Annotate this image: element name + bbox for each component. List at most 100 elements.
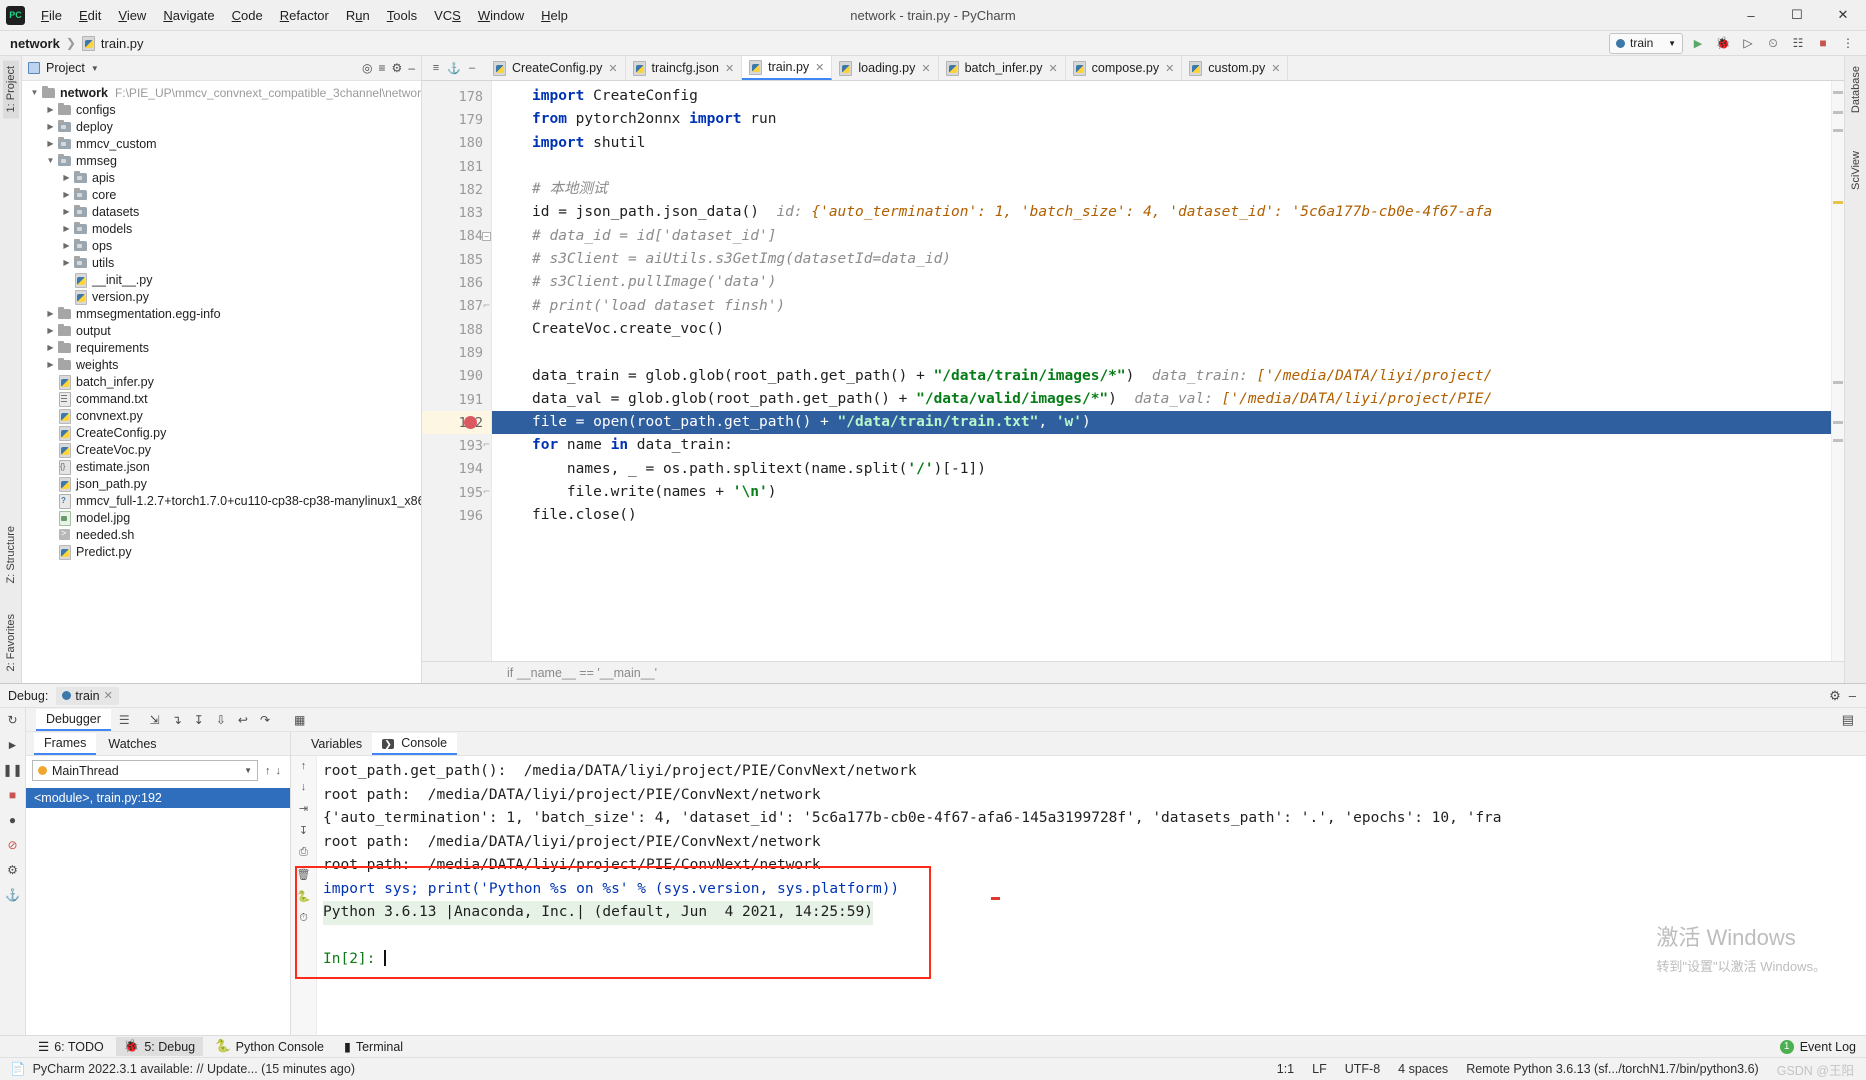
menu-code[interactable]: Code bbox=[224, 4, 271, 27]
code-line[interactable]: data_train = glob.glob(root_path.get_pat… bbox=[492, 365, 1844, 388]
debug-button[interactable]: 🐞 bbox=[1713, 33, 1733, 53]
gutter-line[interactable]: 186 bbox=[422, 271, 491, 294]
menu-window[interactable]: Window bbox=[470, 4, 532, 27]
tree-item[interactable]: · CreateVoc.py bbox=[22, 441, 421, 458]
close-icon[interactable]: ✕ bbox=[1165, 62, 1174, 75]
gutter-line[interactable]: 196 bbox=[422, 504, 491, 527]
force-step-into-icon[interactable]: ⇩ bbox=[216, 713, 226, 727]
tree-item[interactable]: ▶ models bbox=[22, 220, 421, 237]
tree-item[interactable]: · command.txt bbox=[22, 390, 421, 407]
toolwindow-python-console[interactable]: 🐍 Python Console bbox=[207, 1037, 332, 1056]
gutter-line[interactable]: 184− bbox=[422, 225, 491, 248]
gutter-line[interactable]: 179 bbox=[422, 108, 491, 131]
sort-tabs-icon[interactable]: ≡ bbox=[428, 62, 444, 74]
evaluate-expression-icon[interactable]: ▦ bbox=[282, 713, 305, 727]
tree-item[interactable]: · convnext.py bbox=[22, 407, 421, 424]
code-line[interactable]: # print('load dataset finsh') bbox=[492, 295, 1844, 318]
code-line[interactable]: file.write(names + '\n') bbox=[492, 481, 1844, 504]
tree-item[interactable]: · CreateConfig.py bbox=[22, 424, 421, 441]
editor-tab[interactable]: compose.py ✕ bbox=[1066, 56, 1183, 80]
tree-item[interactable]: · needed.sh bbox=[22, 526, 421, 543]
tab-watches[interactable]: Watches bbox=[98, 734, 166, 754]
editor-tab[interactable]: CreateConfig.py ✕ bbox=[486, 56, 626, 80]
close-button[interactable]: ✕ bbox=[1820, 0, 1866, 31]
pause-icon[interactable]: ❚❚ bbox=[2, 763, 22, 777]
chevron-right-icon[interactable]: ▶ bbox=[44, 139, 57, 148]
chevron-down-icon[interactable]: ▼ bbox=[28, 88, 41, 97]
settings-gear-icon[interactable]: ⚙ bbox=[1829, 688, 1841, 704]
gutter-line[interactable]: 187 ⌐ bbox=[422, 295, 491, 318]
tree-item[interactable]: · version.py bbox=[22, 288, 421, 305]
chevron-right-icon[interactable]: ▶ bbox=[60, 190, 73, 199]
code-fold-icon[interactable]: − bbox=[482, 231, 491, 241]
line-separator[interactable]: LF bbox=[1312, 1062, 1327, 1076]
minimize-button[interactable]: ‒ bbox=[1728, 0, 1774, 31]
code-line[interactable]: # s3Client = aiUtils.s3GetImg(datasetId=… bbox=[492, 248, 1844, 271]
tree-item[interactable]: · Predict.py bbox=[22, 543, 421, 560]
menu-navigate[interactable]: Navigate bbox=[155, 4, 222, 27]
close-icon[interactable]: ✕ bbox=[921, 62, 930, 75]
tree-item[interactable]: · batch_infer.py bbox=[22, 373, 421, 390]
tree-item[interactable]: · __init__.py bbox=[22, 271, 421, 288]
code-line[interactable]: # data_id = id['dataset_id'] bbox=[492, 225, 1844, 248]
console-output-area[interactable]: ↑ ↓ ⇥ ↧ ⎙ 🗑 🐍 ⏱ root_path.get_path(): /m… bbox=[291, 756, 1866, 1035]
menu-view[interactable]: View bbox=[110, 4, 154, 27]
profile-button[interactable]: ⏲ bbox=[1763, 33, 1783, 53]
code-line[interactable]: # s3Client.pullImage('data') bbox=[492, 271, 1844, 294]
editor-scrollbar[interactable] bbox=[1831, 81, 1844, 661]
gutter-line[interactable]: 195 ⌐ bbox=[422, 481, 491, 504]
run-coverage-button[interactable]: ▷ bbox=[1738, 33, 1758, 53]
gutter-line[interactable]: 192 bbox=[422, 411, 491, 435]
attach-process-button[interactable]: ☷ bbox=[1788, 33, 1808, 53]
locate-icon[interactable]: ◎ bbox=[362, 61, 372, 75]
tree-item[interactable]: · model.jpg bbox=[22, 509, 421, 526]
tree-item[interactable]: ▶ weights bbox=[22, 356, 421, 373]
run-button[interactable]: ▶ bbox=[1688, 33, 1708, 53]
gutter-line[interactable]: 181 bbox=[422, 155, 491, 178]
hide-panel-icon[interactable]: – bbox=[408, 61, 415, 75]
breadcrumb-train-py[interactable]: train.py bbox=[101, 36, 144, 51]
tree-item[interactable]: ▶ utils bbox=[22, 254, 421, 271]
project-tree[interactable]: ▼ network F:\PIE_UP\mmcv_convnext_compatib… bbox=[22, 81, 421, 683]
settings-gear-icon[interactable]: ⚙ bbox=[7, 863, 18, 877]
frame-down-icon[interactable]: ↓ bbox=[276, 765, 282, 777]
tree-item[interactable]: ▶ apis bbox=[22, 169, 421, 186]
chevron-down-icon[interactable]: ▼ bbox=[91, 64, 99, 73]
toolwindow-debug[interactable]: 🐞 5: Debug bbox=[115, 1037, 204, 1056]
code-line[interactable]: for name in data_train: bbox=[492, 434, 1844, 457]
tab-variables[interactable]: Variables bbox=[301, 734, 372, 754]
scroll-to-end-icon[interactable]: ↧ bbox=[299, 824, 308, 837]
step-out-icon[interactable]: ↩ bbox=[238, 713, 248, 727]
code-line[interactable]: import CreateConfig bbox=[492, 85, 1844, 108]
code-line[interactable]: names, _ = os.path.splitext(name.split('… bbox=[492, 458, 1844, 481]
stop-button[interactable]: ■ bbox=[1813, 33, 1833, 53]
tree-item[interactable]: ▶ configs bbox=[22, 101, 421, 118]
tab-debugger[interactable]: Debugger bbox=[36, 708, 111, 731]
tool-tab-database[interactable]: Database bbox=[1848, 60, 1864, 119]
chevron-right-icon[interactable]: ▶ bbox=[60, 258, 73, 267]
breadcrumb-network[interactable]: network bbox=[10, 36, 60, 51]
tree-item[interactable]: · mmcv_full-1.2.7+torch1.7.0+cu110-cp38-c… bbox=[22, 492, 421, 509]
editor-gutter[interactable]: 178 179 180 181 182 183 184−185 186 187 ⌐ 188 189 19… bbox=[422, 81, 492, 661]
event-log-label[interactable]: Event Log bbox=[1800, 1040, 1856, 1054]
gutter-line[interactable]: 185 bbox=[422, 248, 491, 271]
chevron-right-icon[interactable]: ▶ bbox=[44, 360, 57, 369]
print-icon[interactable]: ⎙ bbox=[299, 846, 308, 859]
tree-item[interactable]: ▶ mmcv_custom bbox=[22, 135, 421, 152]
chevron-right-icon[interactable]: ▶ bbox=[60, 207, 73, 216]
code-content[interactable]: import CreateConfig from pytorch2onnx imp… bbox=[492, 81, 1844, 661]
code-line[interactable]: data_val = glob.glob(root_path.get_path(… bbox=[492, 388, 1844, 411]
code-line[interactable]: id = json_path.json_data() id: {'auto_te… bbox=[492, 201, 1844, 224]
gutter-line[interactable]: 189 bbox=[422, 341, 491, 364]
code-line[interactable] bbox=[492, 155, 1844, 178]
frame-up-icon[interactable]: ↑ bbox=[265, 765, 271, 777]
chevron-right-icon[interactable]: ▶ bbox=[44, 309, 57, 318]
close-icon[interactable]: ✕ bbox=[104, 689, 113, 702]
toolwindow-terminal[interactable]: ▮ Terminal bbox=[336, 1037, 411, 1056]
tree-item[interactable]: ▶ requirements bbox=[22, 339, 421, 356]
chevron-down-icon[interactable]: ▼ bbox=[44, 156, 57, 165]
editor-tab[interactable]: traincfg.json ✕ bbox=[626, 56, 743, 80]
scroll-up-icon[interactable]: ↑ bbox=[301, 760, 307, 772]
collapse-all-icon[interactable]: ≡ bbox=[379, 61, 386, 75]
breakpoint-icon[interactable] bbox=[464, 416, 477, 430]
